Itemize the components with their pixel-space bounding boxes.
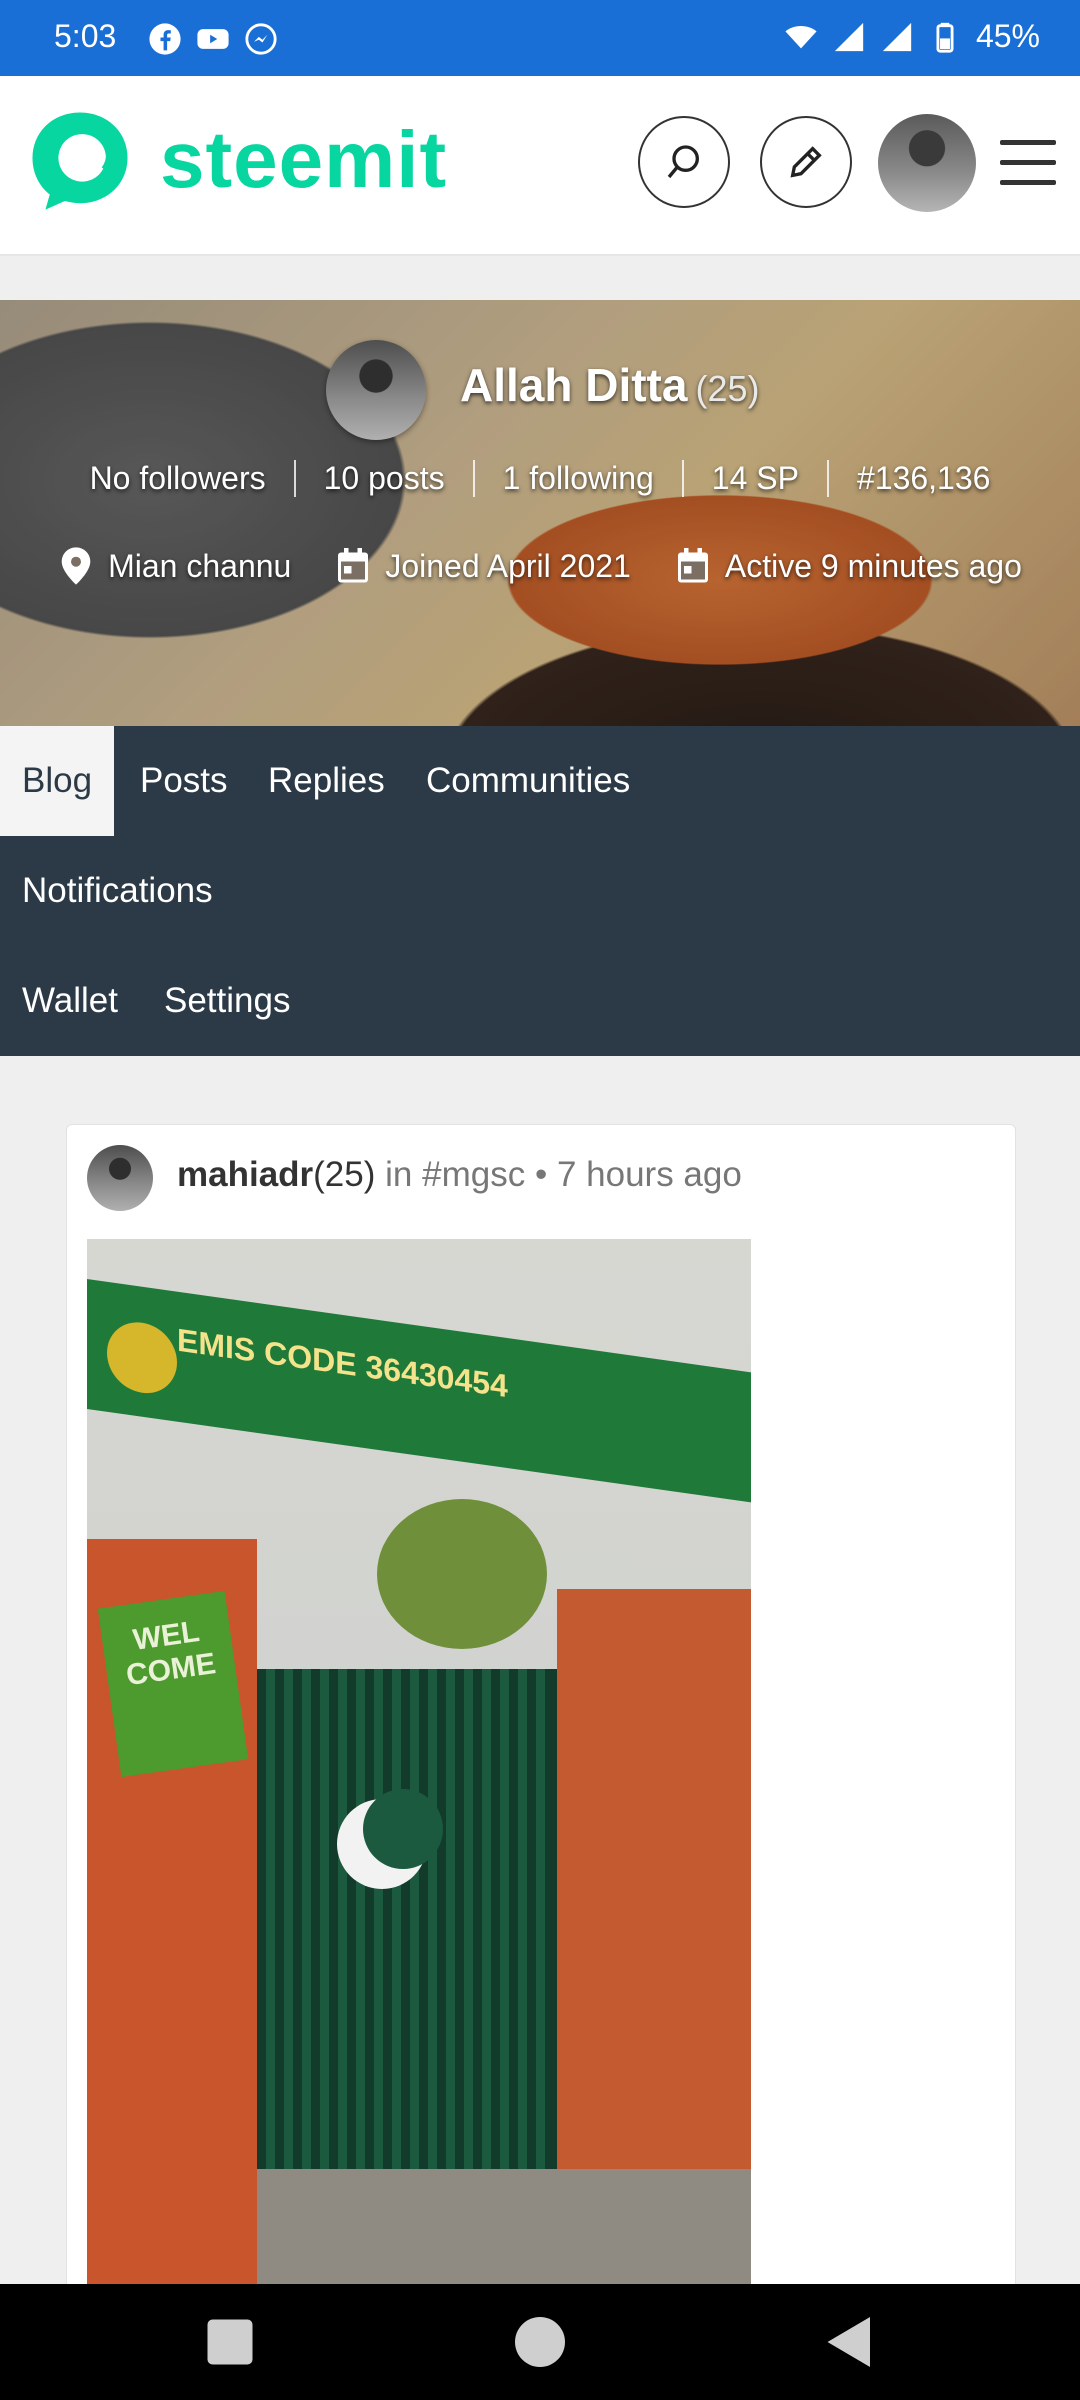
search-icon: [667, 145, 699, 179]
android-nav-bar: [0, 2284, 1080, 2400]
post-separator: •: [534, 1155, 548, 1194]
profile-name-text: Allah Ditta: [460, 359, 688, 411]
youtube-icon: [197, 29, 229, 49]
rank-stat: #136,136: [826, 460, 1018, 497]
joined-text: Joined April 2021: [385, 547, 631, 584]
pencil-icon: [790, 146, 822, 178]
post-in-text: in: [385, 1155, 413, 1194]
app-header: steemit: [0, 76, 1080, 256]
recents-button-icon[interactable]: [200, 2312, 260, 2372]
compose-button[interactable]: [760, 116, 852, 208]
welcome-sign: WEL COME: [97, 1590, 249, 1778]
school-sign-board: EMIS CODE 36430454: [87, 1279, 751, 1503]
crescent-moon: [337, 1789, 443, 1889]
steemit-logo[interactable]: steemit: [26, 106, 447, 214]
following-stat[interactable]: 1 following: [472, 460, 682, 497]
facebook-icon: [149, 23, 181, 55]
profile-meta: Mian channu Joined April 2021 Active 9 m…: [0, 546, 1080, 586]
location-pin-icon: [61, 547, 91, 585]
post-card[interactable]: mahiadr(25) in #mgsc • 7 hours ago EMIS …: [66, 1124, 1016, 2386]
location-item: Mian channu: [58, 546, 291, 586]
tab-blog[interactable]: Blog: [0, 726, 115, 836]
post-author-avatar[interactable]: [87, 1145, 153, 1211]
post-image[interactable]: EMIS CODE 36430454 WEL COME: [87, 1239, 751, 2385]
menu-button[interactable]: [1000, 140, 1056, 188]
joined-item: Joined April 2021: [335, 546, 631, 586]
profile-tabs: Blog Posts Replies Communities Notificat…: [0, 726, 1080, 1056]
hamburger-line: [1000, 140, 1056, 145]
right-pillar: [557, 1589, 751, 2239]
status-bar: 5:03 45%: [0, 0, 1080, 76]
calendar-icon: [338, 548, 369, 583]
sign-emblem: [107, 1317, 177, 1398]
posts-stat: 10 posts: [293, 460, 473, 497]
hamburger-line: [1000, 180, 1056, 185]
messenger-icon: [245, 23, 277, 55]
battery-percent: 45%: [975, 18, 1040, 54]
home-button-icon[interactable]: [510, 2312, 570, 2372]
profile-cover: Allah Ditta (25) No followers 10 posts 1 …: [0, 300, 1080, 726]
sign-text: EMIS CODE 36430454: [177, 1321, 508, 1405]
wifi-icon: [785, 25, 817, 48]
active-item: Active 9 minutes ago: [675, 546, 1022, 586]
calendar-icon: [677, 548, 708, 583]
location-text: Mian channu: [108, 547, 292, 584]
post-author-reputation: (25): [313, 1155, 376, 1194]
hamburger-line: [1000, 160, 1056, 165]
profile-name: Allah Ditta (25): [460, 358, 760, 412]
back-button-icon[interactable]: [820, 2312, 880, 2372]
followers-stat[interactable]: No followers: [62, 460, 294, 497]
tab-settings[interactable]: Settings: [142, 946, 312, 1056]
battery-icon: [936, 22, 954, 53]
active-text: Active 9 minutes ago: [724, 547, 1022, 584]
status-right: 45%: [784, 18, 1040, 55]
tree: [377, 1499, 547, 1649]
tab-posts[interactable]: Posts: [118, 726, 250, 836]
logo-text: steemit: [160, 115, 448, 204]
user-avatar[interactable]: [878, 114, 976, 212]
signal-icon: [834, 22, 864, 51]
green-gate: [257, 1669, 557, 2169]
steemit-logo-icon: [32, 112, 128, 210]
profile-stats: No followers 10 posts 1 following 14 SP …: [0, 460, 1080, 497]
signal-icon-2: [882, 22, 912, 51]
tab-notifications[interactable]: Notifications: [0, 836, 235, 946]
tab-replies[interactable]: Replies: [246, 726, 407, 836]
post-tag[interactable]: #mgsc: [422, 1155, 525, 1194]
status-app-icons: [148, 22, 278, 56]
status-time: 5:03: [54, 18, 117, 54]
search-button[interactable]: [638, 116, 730, 208]
profile-reputation: (25): [695, 368, 760, 409]
tab-communities[interactable]: Communities: [404, 726, 652, 836]
sp-stat: 14 SP: [681, 460, 827, 497]
profile-avatar[interactable]: [326, 340, 426, 440]
post-meta: mahiadr(25) in #mgsc • 7 hours ago: [177, 1155, 742, 1195]
post-author[interactable]: mahiadr: [177, 1155, 313, 1194]
tab-wallet[interactable]: Wallet: [0, 946, 140, 1056]
post-time[interactable]: 7 hours ago: [557, 1155, 742, 1194]
